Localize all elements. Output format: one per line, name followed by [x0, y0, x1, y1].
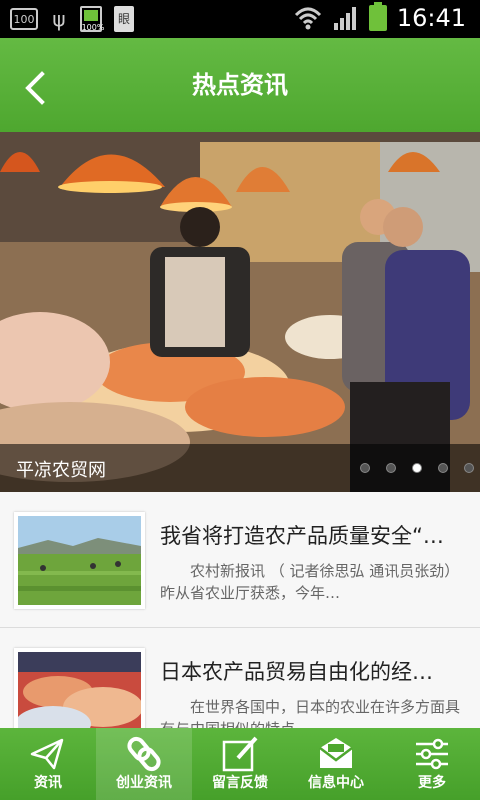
news-thumbnail [14, 512, 145, 609]
tab-label: 资讯 [34, 775, 62, 791]
paper-plane-icon [30, 738, 64, 770]
signal-icon [333, 7, 356, 30]
notification-box-label: 100 [13, 12, 35, 26]
document-icon: 眼 [114, 6, 134, 32]
app-header: 热点资讯 [0, 38, 480, 132]
bottom-tab-bar: 资讯 创业资讯 留言反馈 信息中心 更多 [0, 728, 480, 800]
wifi-icon [294, 7, 321, 30]
carousel-dot-active[interactable] [412, 463, 422, 473]
page-title: 热点资讯 [192, 71, 288, 99]
carousel-dot[interactable] [464, 463, 474, 473]
carousel-dot[interactable] [386, 463, 396, 473]
battery-notification-icon: 100% [80, 6, 104, 32]
list-item[interactable]: 日本农产品贸易自由化的经… 在世界各国中，日本的农业在许多方面具有与中国相似的特… [0, 628, 480, 728]
mail-icon [319, 738, 353, 768]
news-title: 日本农产品贸易自由化的经… [160, 660, 433, 684]
tab-label: 创业资讯 [116, 775, 172, 791]
usb-icon: ψ [52, 7, 66, 31]
tab-info-center[interactable]: 信息中心 [288, 728, 384, 800]
sliders-icon [416, 738, 448, 770]
tab-feedback[interactable]: 留言反馈 [192, 728, 288, 800]
link-icon [127, 736, 161, 772]
news-summary: 在世界各国中，日本的农业在许多方面具有与中国相似的特点 [160, 698, 461, 728]
edit-icon [222, 736, 258, 772]
field-image [18, 516, 141, 605]
banner-caption: 平凉农贸网 [16, 460, 106, 481]
tab-news[interactable]: 资讯 [0, 728, 96, 800]
status-bar: 100 ψ 100% 眼 16:41 [0, 0, 480, 38]
carousel-dot[interactable] [360, 463, 370, 473]
tab-startup-news[interactable]: 创业资讯 [96, 728, 192, 800]
seafood-image [18, 652, 141, 728]
tab-label: 更多 [418, 775, 446, 791]
battery-notification-label: 100% [81, 23, 105, 32]
banner-image [0, 132, 480, 492]
battery-icon [368, 2, 387, 31]
clock: 16:41 [396, 4, 466, 32]
banner-carousel[interactable]: 平凉农贸网 [0, 132, 480, 492]
news-title: 我省将打造农产品质量安全“… [160, 524, 444, 548]
news-list: 我省将打造农产品质量安全“… 农村新报讯 （ 记者徐思弘 通讯员张劲）昨从省农业… [0, 492, 480, 728]
tab-more[interactable]: 更多 [384, 728, 480, 800]
news-summary: 农村新报讯 （ 记者徐思弘 通讯员张劲）昨从省农业厅获悉，今年… [160, 562, 460, 602]
tab-label: 留言反馈 [212, 775, 268, 791]
list-item[interactable]: 我省将打造农产品质量安全“… 农村新报讯 （ 记者徐思弘 通讯员张劲）昨从省农业… [0, 492, 480, 628]
notification-box-icon: 100 [10, 8, 38, 30]
news-thumbnail [14, 648, 145, 728]
document-icon-label: 眼 [117, 12, 130, 26]
banner-caption-bar: 平凉农贸网 [0, 444, 480, 492]
tab-label: 信息中心 [308, 775, 364, 791]
carousel-dot[interactable] [438, 463, 448, 473]
carousel-indicator [360, 463, 474, 473]
